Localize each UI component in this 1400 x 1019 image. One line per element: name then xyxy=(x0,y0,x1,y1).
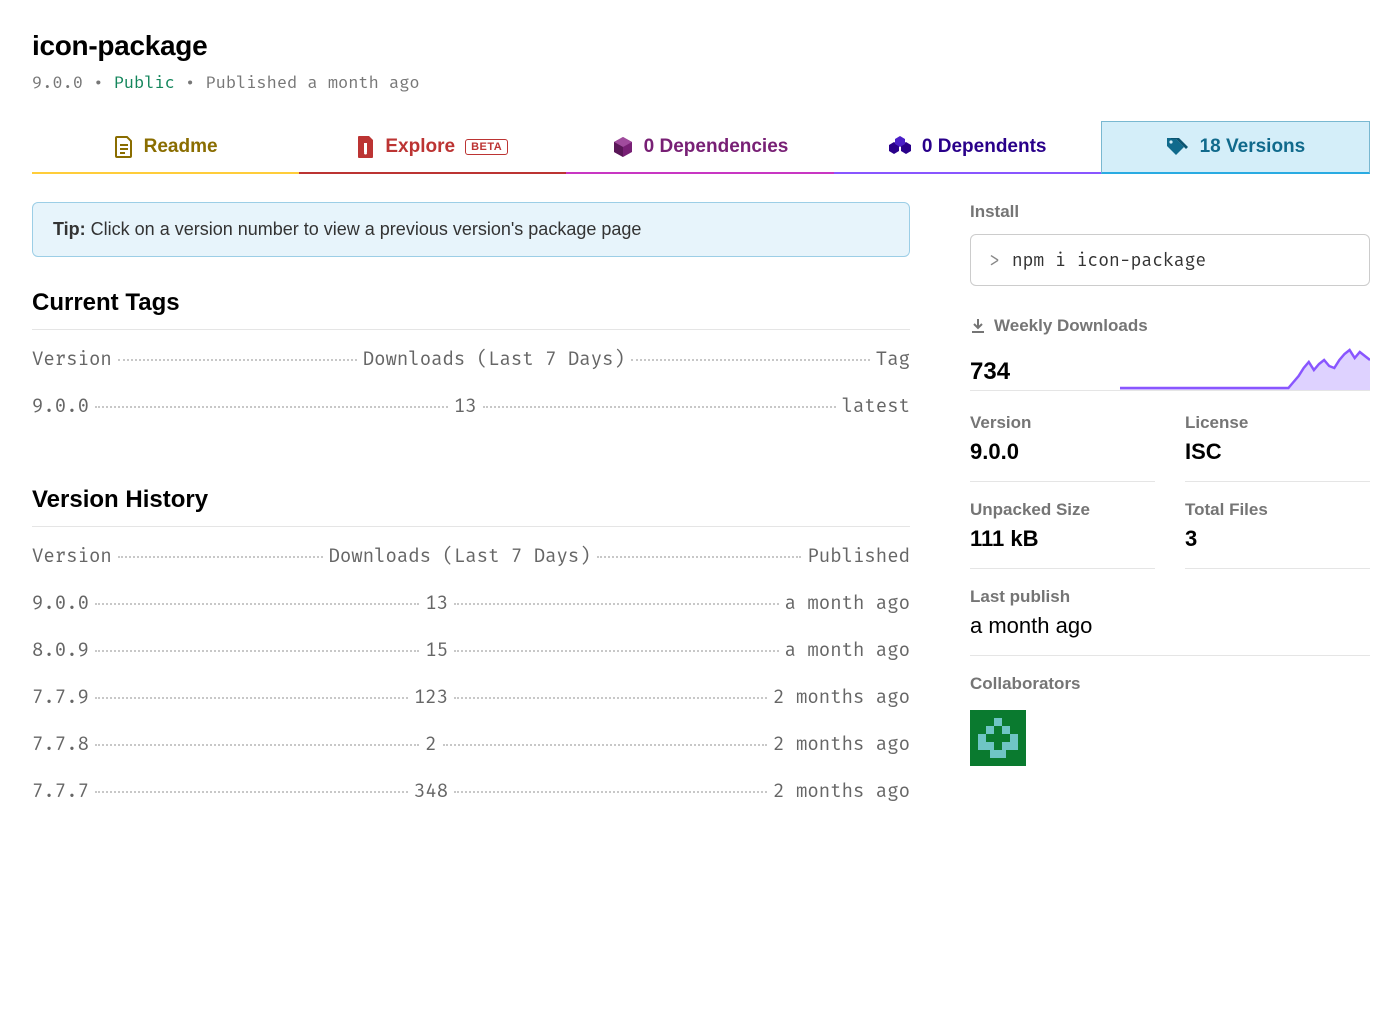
published-value: a month ago xyxy=(785,639,910,662)
tab-dependencies-label: 0 Dependencies xyxy=(644,136,789,158)
tab-readme[interactable]: Readme xyxy=(32,121,299,174)
col-version: Version xyxy=(32,348,112,371)
version-link[interactable]: 9.0.0 xyxy=(32,395,89,418)
col-downloads: Downloads (Last 7 Days) xyxy=(329,545,591,568)
divider xyxy=(32,329,910,330)
tab-explore-label: Explore xyxy=(385,136,455,158)
table-row: 9.0.0 13 latest xyxy=(32,395,910,418)
divider xyxy=(32,526,910,527)
sidebar: Install > npm i icon-package Weekly Down… xyxy=(970,202,1370,827)
caret-icon: > xyxy=(989,249,1000,271)
lastpub-label: Last publish xyxy=(970,587,1370,607)
version-link[interactable]: 7.7.9 xyxy=(32,686,89,709)
package-title: icon-package xyxy=(32,30,1370,62)
files-label: Total Files xyxy=(1185,500,1370,520)
tab-readme-label: Readme xyxy=(144,136,218,158)
package-meta: 9.0.0 • Public • Published a month ago xyxy=(32,72,1370,93)
table-row: 7.7.7 348 2 months ago xyxy=(32,780,910,803)
version-link[interactable]: 8.0.9 xyxy=(32,639,89,662)
tab-versions[interactable]: 18 Versions xyxy=(1101,121,1370,174)
table-row: 9.0.0 13 a month ago xyxy=(32,592,910,615)
col-version: Version xyxy=(32,545,112,568)
downloads-value: 2 xyxy=(425,733,436,756)
meta-license: License ISC xyxy=(1185,413,1370,482)
package-visibility: Public xyxy=(114,72,175,93)
install-command[interactable]: > npm i icon-package xyxy=(970,234,1370,286)
tag-value: latest xyxy=(842,395,910,418)
version-history-header: Version Downloads (Last 7 Days) Publishe… xyxy=(32,545,910,568)
tab-dependents[interactable]: 0 Dependents xyxy=(834,121,1101,174)
collaborator-avatar[interactable] xyxy=(970,710,1026,766)
downloads-sparkline xyxy=(1120,346,1370,390)
col-published: Published xyxy=(807,545,910,568)
tip-text: Click on a version number to view a prev… xyxy=(86,219,642,239)
install-cmd-text: npm i icon-package xyxy=(1012,249,1206,271)
published-value: 2 months ago xyxy=(773,686,910,709)
col-tag: Tag xyxy=(876,348,910,371)
cubes-icon xyxy=(888,136,912,158)
table-row: 8.0.9 15 a month ago xyxy=(32,639,910,662)
install-label: Install xyxy=(970,202,1370,222)
tab-dependents-label: 0 Dependents xyxy=(922,136,1047,158)
downloads-value: 13 xyxy=(454,395,477,418)
explore-icon xyxy=(357,136,375,158)
meta-lastpub: Last publish a month ago xyxy=(970,587,1370,656)
weekly-downloads-label: Weekly Downloads xyxy=(994,316,1148,336)
license-value: ISC xyxy=(1185,439,1370,465)
published-value: a month ago xyxy=(785,592,910,615)
files-value: 3 xyxy=(1185,526,1370,552)
download-icon xyxy=(970,318,986,334)
version-label: Version xyxy=(970,413,1155,433)
license-label: License xyxy=(1185,413,1370,433)
tabs: Readme Explore BETA 0 Dependencies 0 Dep… xyxy=(32,121,1370,174)
table-row: 7.7.8 2 2 months ago xyxy=(32,733,910,756)
size-label: Unpacked Size xyxy=(970,500,1155,520)
downloads-value: 123 xyxy=(414,686,448,709)
published-value: 2 months ago xyxy=(773,733,910,756)
collaborators-label: Collaborators xyxy=(970,674,1370,694)
package-version: 9.0.0 xyxy=(32,72,83,93)
tab-dependencies[interactable]: 0 Dependencies xyxy=(566,121,833,174)
tip-box: Tip: Click on a version number to view a… xyxy=(32,202,910,257)
version-value: 9.0.0 xyxy=(970,439,1155,465)
readme-icon xyxy=(114,136,134,158)
current-tags-header: Version Downloads (Last 7 Days) Tag xyxy=(32,348,910,371)
package-published: Published a month ago xyxy=(205,72,419,93)
tip-label: Tip: xyxy=(53,219,86,239)
current-tags-heading: Current Tags xyxy=(32,289,910,317)
col-downloads: Downloads (Last 7 Days) xyxy=(363,348,625,371)
tags-icon xyxy=(1166,137,1190,157)
tab-versions-label: 18 Versions xyxy=(1200,136,1306,158)
meta-version: Version 9.0.0 xyxy=(970,413,1155,482)
downloads-value: 348 xyxy=(414,780,448,803)
downloads-value: 13 xyxy=(425,592,448,615)
downloads-value: 15 xyxy=(425,639,448,662)
weekly-downloads-value: 734 xyxy=(970,358,1010,390)
meta-files: Total Files 3 xyxy=(1185,500,1370,569)
lastpub-value: a month ago xyxy=(970,613,1370,639)
version-link[interactable]: 7.7.8 xyxy=(32,733,89,756)
version-link[interactable]: 7.7.7 xyxy=(32,780,89,803)
table-row: 7.7.9 123 2 months ago xyxy=(32,686,910,709)
meta-size: Unpacked Size 111 kB xyxy=(970,500,1155,569)
cube-icon xyxy=(612,136,634,158)
size-value: 111 kB xyxy=(970,526,1155,552)
version-link[interactable]: 9.0.0 xyxy=(32,592,89,615)
published-value: 2 months ago xyxy=(773,780,910,803)
beta-badge: BETA xyxy=(465,139,508,155)
tab-explore[interactable]: Explore BETA xyxy=(299,121,566,174)
version-history-heading: Version History xyxy=(32,486,910,514)
